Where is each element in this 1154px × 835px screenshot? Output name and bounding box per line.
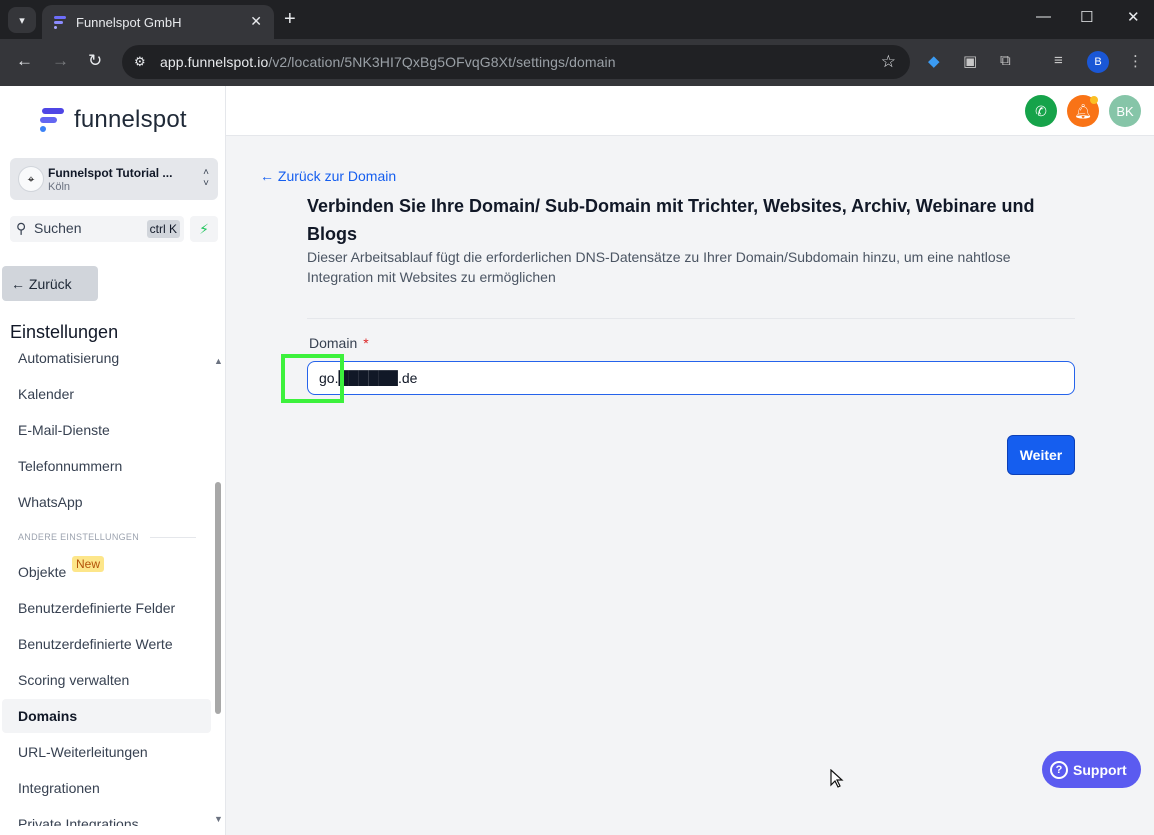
new-badge: New (72, 556, 105, 572)
window-close-button[interactable]: ✕ (1127, 8, 1140, 26)
bell-icon: 🔔︎ (1074, 102, 1092, 119)
sidebar-item-domains[interactable]: Domains (2, 699, 211, 733)
section-divider (150, 537, 196, 538)
profile-avatar[interactable]: B (1087, 51, 1109, 73)
domain-field-label: Domain * (309, 335, 369, 351)
settings-menu: Automatisierung Kalender E-Mail-Dienste … (2, 346, 212, 826)
sidebar-scrollbar[interactable]: ▲ ▼ (213, 356, 223, 832)
phone-icon: ✆ (1035, 102, 1047, 119)
new-tab-button[interactable]: + (284, 8, 296, 31)
search-shortcut: ctrl K (146, 220, 180, 238)
sidebar-item-kalender[interactable]: Kalender (2, 377, 211, 411)
app-header: ✆ 🔔︎ BK (226, 86, 1154, 136)
browser-menu-icon[interactable]: ⋮ (1128, 52, 1143, 70)
extension-icon[interactable]: ◆ (928, 52, 940, 70)
funnelspot-favicon (54, 16, 66, 29)
settings-title: Einstellungen (10, 322, 119, 342)
reload-icon[interactable]: ↻ (88, 51, 102, 71)
page-description: Dieser Arbeitsablauf fügt die erforderli… (307, 249, 1011, 285)
address-bar[interactable]: ⚙ app.funnelspot.io/v2/location/5NK3HI7Q… (122, 45, 910, 79)
sidebar-item-custom-values[interactable]: Benutzerdefinierte Werte (2, 627, 211, 661)
search-icon: ⚲ (16, 220, 27, 236)
sidebar-item-telefonnummern[interactable]: Telefonnummern (2, 449, 211, 483)
phone-button[interactable]: ✆ (1025, 95, 1057, 127)
form-divider (307, 318, 1075, 319)
sidebar-item-url-redirects[interactable]: URL-Weiterleitungen (2, 735, 211, 769)
sidebar-item-whatsapp[interactable]: WhatsApp (2, 485, 211, 519)
sidebar-search[interactable]: ⚲ Suchen ctrl K (10, 216, 184, 242)
code-extension-icon[interactable]: ▣ (963, 52, 977, 70)
location-switcher[interactable]: ⌖ Funnelspot Tutorial ... Köln ˄ ˅ (10, 158, 218, 200)
site-info-icon[interactable]: ⚙ (134, 54, 152, 70)
back-arrow-icon[interactable]: ← (16, 51, 33, 71)
forward-arrow-icon[interactable]: → (52, 51, 69, 71)
main-content: ← Zurück zur Domain Verbinden Sie Ihre D… (226, 137, 1154, 835)
quick-action-bolt-icon[interactable]: ⚡ (190, 216, 218, 242)
logo-mark-icon (40, 108, 64, 132)
sidebar-item-objekte[interactable]: Objekte (2, 555, 211, 589)
required-marker: * (363, 335, 369, 351)
funnelspot-logo[interactable]: funnelspot (38, 106, 187, 134)
scroll-down-arrow-icon[interactable]: ▼ (214, 814, 223, 824)
domain-input[interactable] (307, 361, 1075, 395)
chevron-down-icon: ▾ (19, 14, 25, 27)
next-button[interactable]: Weiter (1007, 435, 1075, 475)
notification-dot (1090, 96, 1098, 104)
search-label: Suchen (34, 220, 82, 236)
browser-tab[interactable]: Funnelspot GmbH ✕ (42, 5, 274, 39)
mouse-cursor-icon (830, 769, 844, 788)
scrollbar-thumb[interactable] (215, 482, 221, 714)
location-name: Funnelspot Tutorial ... (48, 166, 173, 180)
chevron-up-down-icon: ˄ ˅ (203, 167, 209, 189)
sidebar-item-private-integrations[interactable]: Private Integrations (2, 807, 211, 826)
sidebar-item-custom-fields[interactable]: Benutzerdefinierte Felder (2, 591, 211, 625)
highlight-box (281, 354, 344, 403)
tab-close-icon[interactable]: ✕ (250, 13, 262, 30)
location-city: Köln (48, 181, 71, 193)
back-to-domain-link[interactable]: ← Zurück zur Domain (260, 168, 396, 184)
puzzle-extensions-icon[interactable]: ⧉ (1000, 52, 1011, 69)
maximize-button[interactable]: ☐ (1080, 8, 1093, 26)
tab-search-button[interactable]: ▾ (8, 7, 36, 33)
sidebar-item-integrationen[interactable]: Integrationen (2, 771, 211, 805)
support-label: Support (1073, 761, 1127, 778)
page-title: Verbinden Sie Ihre Domain/ Sub-Domain mi… (307, 196, 1035, 244)
browser-tab-bar: ▾ Funnelspot GmbH ✕ + — ☐ ✕ (0, 0, 1154, 39)
tab-title: Funnelspot GmbH (76, 14, 182, 30)
scroll-up-arrow-icon[interactable]: ▲ (214, 356, 223, 366)
logo-text: funnelspot (74, 106, 187, 133)
sidebar-item-automatisierung[interactable]: Automatisierung (2, 346, 211, 375)
sidebar-item-email[interactable]: E-Mail-Dienste (2, 413, 211, 447)
browser-toolbar: ← → ↻ ⚙ app.funnelspot.io/v2/location/5N… (0, 39, 1154, 86)
media-control-icon[interactable]: ≡ (1054, 52, 1063, 69)
url-text: app.funnelspot.io/v2/location/5NK3HI7QxB… (160, 54, 616, 70)
section-label-other-settings: ANDERE EINSTELLUNGEN (18, 532, 140, 542)
location-pin-icon: ⌖ (18, 166, 44, 192)
back-button[interactable]: ← Zurück (2, 266, 98, 301)
notifications-button[interactable]: 🔔︎ (1067, 95, 1099, 127)
user-avatar[interactable]: BK (1109, 95, 1141, 127)
bookmark-star-icon[interactable]: ☆ (881, 52, 896, 72)
help-icon: ? (1050, 760, 1068, 779)
sidebar: funnelspot ⌖ Funnelspot Tutorial ... Köl… (0, 86, 226, 835)
support-button[interactable]: ? Support (1042, 751, 1141, 788)
minimize-button[interactable]: — (1036, 8, 1051, 25)
sidebar-item-scoring[interactable]: Scoring verwalten (2, 663, 211, 697)
